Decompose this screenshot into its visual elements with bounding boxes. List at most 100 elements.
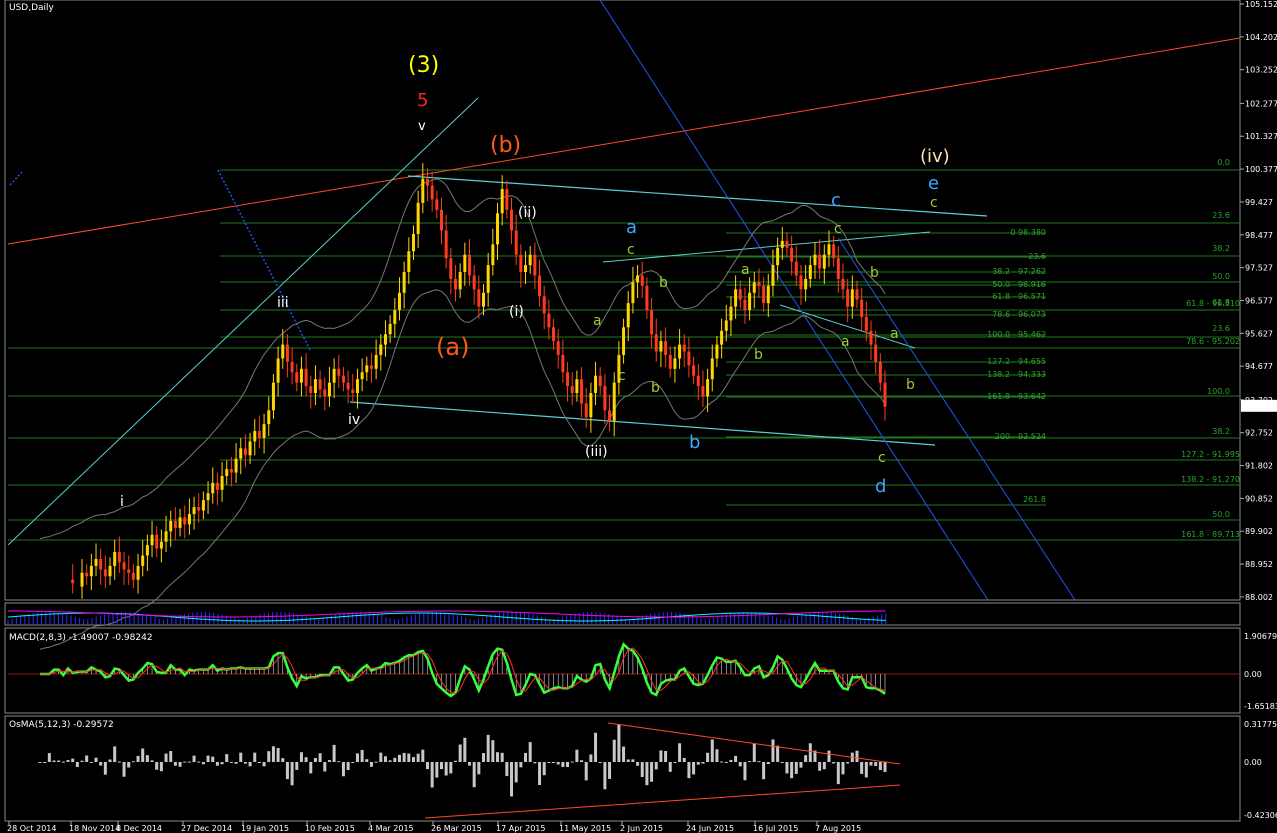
osma-bar <box>248 762 252 767</box>
candle-body <box>388 323 392 335</box>
candle-body <box>519 254 523 273</box>
osma-bar <box>855 750 859 762</box>
candle-body <box>360 372 364 380</box>
candle-body <box>323 389 327 397</box>
candle-body <box>486 265 490 293</box>
osma-bar <box>659 750 663 762</box>
osma-bar <box>841 762 845 775</box>
candle-body <box>341 375 345 383</box>
price-tick-label: 90.852 <box>1245 494 1273 503</box>
candle-body <box>416 202 420 234</box>
osma-bar <box>762 762 766 780</box>
candle-body <box>528 254 532 266</box>
osma-bar <box>351 762 355 763</box>
candle-body <box>271 382 275 411</box>
fib-left-label: 38.2 <box>1212 244 1230 253</box>
date-tick-label: 24 Jun 2015 <box>686 824 734 833</box>
fib-left-label: 50.0 <box>1212 272 1230 281</box>
candle-body <box>257 431 261 438</box>
candle-body <box>295 372 299 383</box>
osma-bar <box>608 762 612 779</box>
osma-bar <box>580 760 584 762</box>
fib-left-label: 100.0 <box>1207 387 1230 396</box>
osma-bar <box>668 762 672 772</box>
candle-body <box>738 289 742 300</box>
candle-body <box>510 209 514 231</box>
price-tick-label: 91.802 <box>1245 462 1273 471</box>
wave-label: a <box>626 217 637 238</box>
osma-bar <box>626 759 630 762</box>
volume-panel <box>4 602 1241 626</box>
wave-label: c <box>618 368 626 384</box>
candle-body <box>127 569 131 573</box>
osma-panel <box>4 715 1241 822</box>
date-axis: 28 Oct 2014 18 Nov 20148 Dec 2014 27 Dec 2… <box>7 821 861 833</box>
candle-body <box>813 254 817 266</box>
osma-bar <box>603 762 607 790</box>
osma-bar <box>584 762 588 781</box>
candle-body <box>215 482 219 490</box>
osma-bar <box>715 749 719 762</box>
osma-bar <box>500 752 504 762</box>
osma-bar <box>822 762 826 770</box>
macd-tick-label: 1.90679 <box>1244 632 1277 641</box>
wave-label: 5 <box>417 90 428 111</box>
candle-body <box>757 282 761 286</box>
wave-label: d <box>875 476 886 497</box>
osma-bar <box>673 762 677 763</box>
wave-label: e <box>928 173 939 194</box>
date-tick-label: 8 Dec 2014 <box>116 824 162 833</box>
candle-body <box>449 258 453 279</box>
wave-label: a <box>741 262 750 278</box>
candle-body <box>547 313 551 328</box>
forex-chart: 0.023.638.250.061.8100.023.638.250.00 98… <box>4 0 1277 833</box>
wave-label: (a) <box>436 333 469 361</box>
volume-line <box>7 612 886 622</box>
price-tick-label: 96.577 <box>1245 296 1273 305</box>
price-axis: 105.152 104.202 103.252 102.277 101.327 100.3… <box>1240 0 1277 602</box>
price-tick-label: 101.327 <box>1245 132 1277 141</box>
osma-bar <box>752 743 756 762</box>
osma-bar <box>89 762 93 763</box>
candle-body <box>239 448 243 459</box>
candle-body <box>136 565 140 580</box>
candle-body <box>122 562 126 570</box>
candle-body <box>594 375 598 394</box>
wave-label: c <box>930 195 938 211</box>
candle-body <box>192 507 196 515</box>
macd-title: MACD(2,8,3) -1.49007 -0.98242 <box>9 633 153 643</box>
candle-body <box>766 285 770 304</box>
candle-body <box>878 361 882 383</box>
candle-body <box>309 386 313 394</box>
osma-bar <box>57 760 61 762</box>
osma-bar <box>687 762 691 779</box>
osma-bar <box>141 748 145 762</box>
osma-bar <box>538 762 542 786</box>
candle-body <box>514 230 518 255</box>
price-tick-label: 94.677 <box>1245 362 1273 371</box>
osma-bar <box>327 760 331 762</box>
candle-body <box>262 424 266 438</box>
osma-bar <box>524 752 528 762</box>
osma-bar <box>192 755 196 762</box>
osma-bar <box>276 748 280 762</box>
candle-body <box>696 375 700 387</box>
osma-bar <box>220 762 224 765</box>
candle-body <box>552 327 556 342</box>
osma-bar <box>435 762 439 778</box>
osma-bar <box>169 751 173 762</box>
osma-bar <box>159 762 163 772</box>
osma-bar <box>832 762 836 764</box>
date-tick-label: 11 May 2015 <box>559 824 611 833</box>
candle-body <box>430 185 434 200</box>
osma-bar <box>113 746 117 762</box>
osma-bar <box>421 749 425 762</box>
osma-bar <box>155 762 159 770</box>
candle-body <box>243 448 247 456</box>
osma-bar <box>757 761 761 763</box>
candle-body <box>869 330 873 345</box>
macd-tick-label: 0.00 <box>1244 670 1262 679</box>
candle-body <box>206 493 210 501</box>
wave-label: b <box>689 432 700 453</box>
osma-bar <box>271 746 275 762</box>
